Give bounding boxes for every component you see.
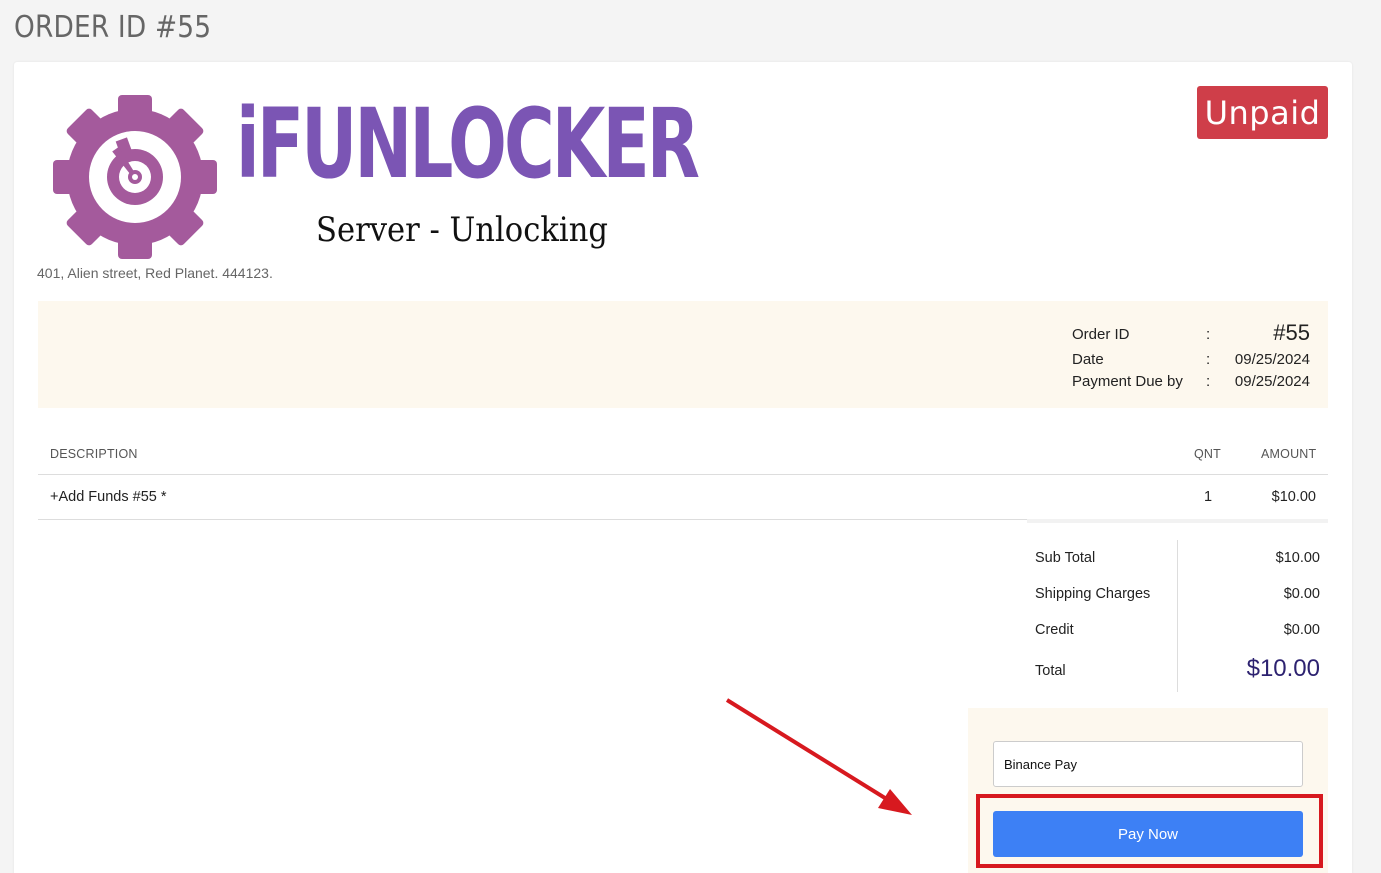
items-table-header: DESCRIPTION QNT AMOUNT bbox=[38, 437, 1328, 475]
total-label: Total bbox=[1035, 663, 1066, 679]
date-label: Date bbox=[1072, 351, 1104, 368]
date-value: 09/25/2024 bbox=[1234, 351, 1310, 368]
order-id-value: #55 bbox=[1273, 320, 1310, 345]
row-amount: $10.00 bbox=[1271, 489, 1316, 505]
payment-method-select[interactable]: Binance Pay bbox=[993, 741, 1303, 787]
order-id-label: Order ID bbox=[1072, 326, 1130, 343]
credit-value: $0.00 bbox=[1283, 622, 1320, 638]
totals-divider bbox=[1177, 540, 1178, 692]
order-meta-box bbox=[38, 301, 1328, 408]
brand-wordmark: iFUNLOCKER bbox=[236, 88, 700, 200]
subtotal-label: Sub Total bbox=[1035, 550, 1096, 566]
header-description: DESCRIPTION bbox=[50, 447, 138, 461]
due-label: Payment Due by bbox=[1072, 373, 1183, 390]
company-address: 401, Alien street, Red Planet. 444123. bbox=[37, 265, 273, 281]
row-qnt: 1 bbox=[1204, 489, 1213, 505]
separator: : bbox=[1206, 326, 1211, 343]
status-badge: Unpaid bbox=[1197, 86, 1328, 139]
due-value: 09/25/2024 bbox=[1234, 373, 1310, 390]
page-title: ORDER ID #55 bbox=[14, 10, 212, 45]
total-value: $10.00 bbox=[1246, 655, 1320, 682]
header-amount: AMOUNT bbox=[1261, 447, 1317, 461]
brand-tagline: Server - Unlocking bbox=[316, 210, 608, 250]
credit-label: Credit bbox=[1035, 622, 1074, 638]
shipping-label: Shipping Charges bbox=[1035, 586, 1151, 602]
header-qnt: QNT bbox=[1194, 447, 1221, 461]
row-shadow bbox=[1027, 519, 1328, 523]
subtotal-value: $10.00 bbox=[1275, 550, 1320, 566]
separator: : bbox=[1206, 351, 1211, 368]
row-description: +Add Funds #55 * bbox=[50, 489, 167, 505]
highlight-box bbox=[976, 794, 1323, 868]
shipping-value: $0.00 bbox=[1283, 586, 1320, 602]
separator: : bbox=[1206, 373, 1211, 390]
table-row: +Add Funds #55 * 1 $10.00 bbox=[38, 476, 1328, 520]
